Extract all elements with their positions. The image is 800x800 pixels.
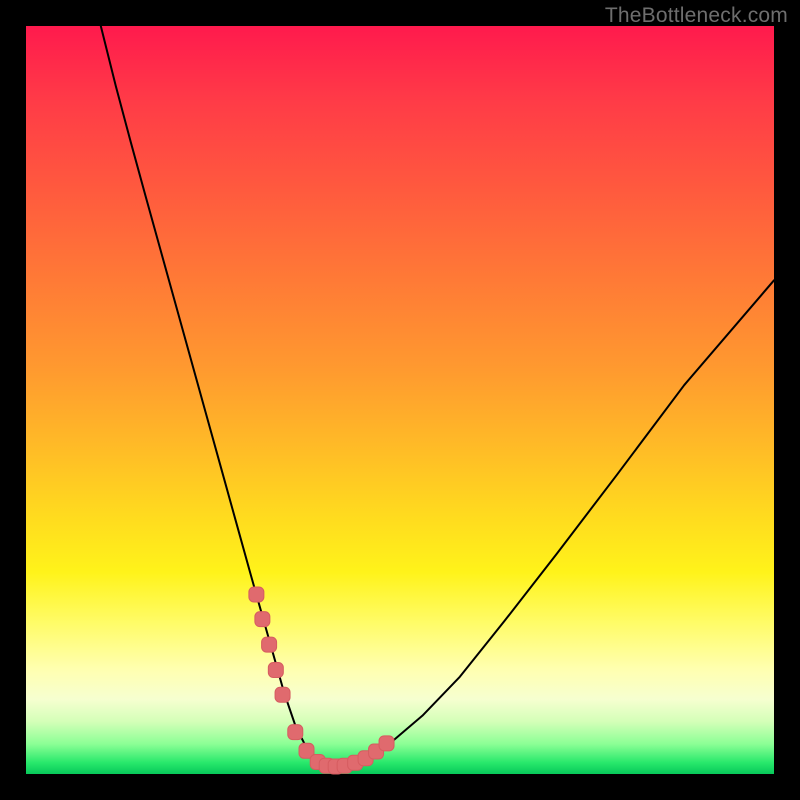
bottleneck-curve [101,26,774,767]
marker-point [275,687,290,702]
watermark-text: TheBottleneck.com [605,4,788,28]
chart-stage: TheBottleneck.com [0,0,800,800]
marker-point [288,725,303,740]
highlight-markers [249,587,394,774]
marker-point [268,663,283,678]
plot-area [26,26,774,774]
marker-point [262,637,277,652]
curve-svg [26,26,774,774]
marker-point [255,612,270,627]
marker-point [249,587,264,602]
marker-point [379,736,394,751]
